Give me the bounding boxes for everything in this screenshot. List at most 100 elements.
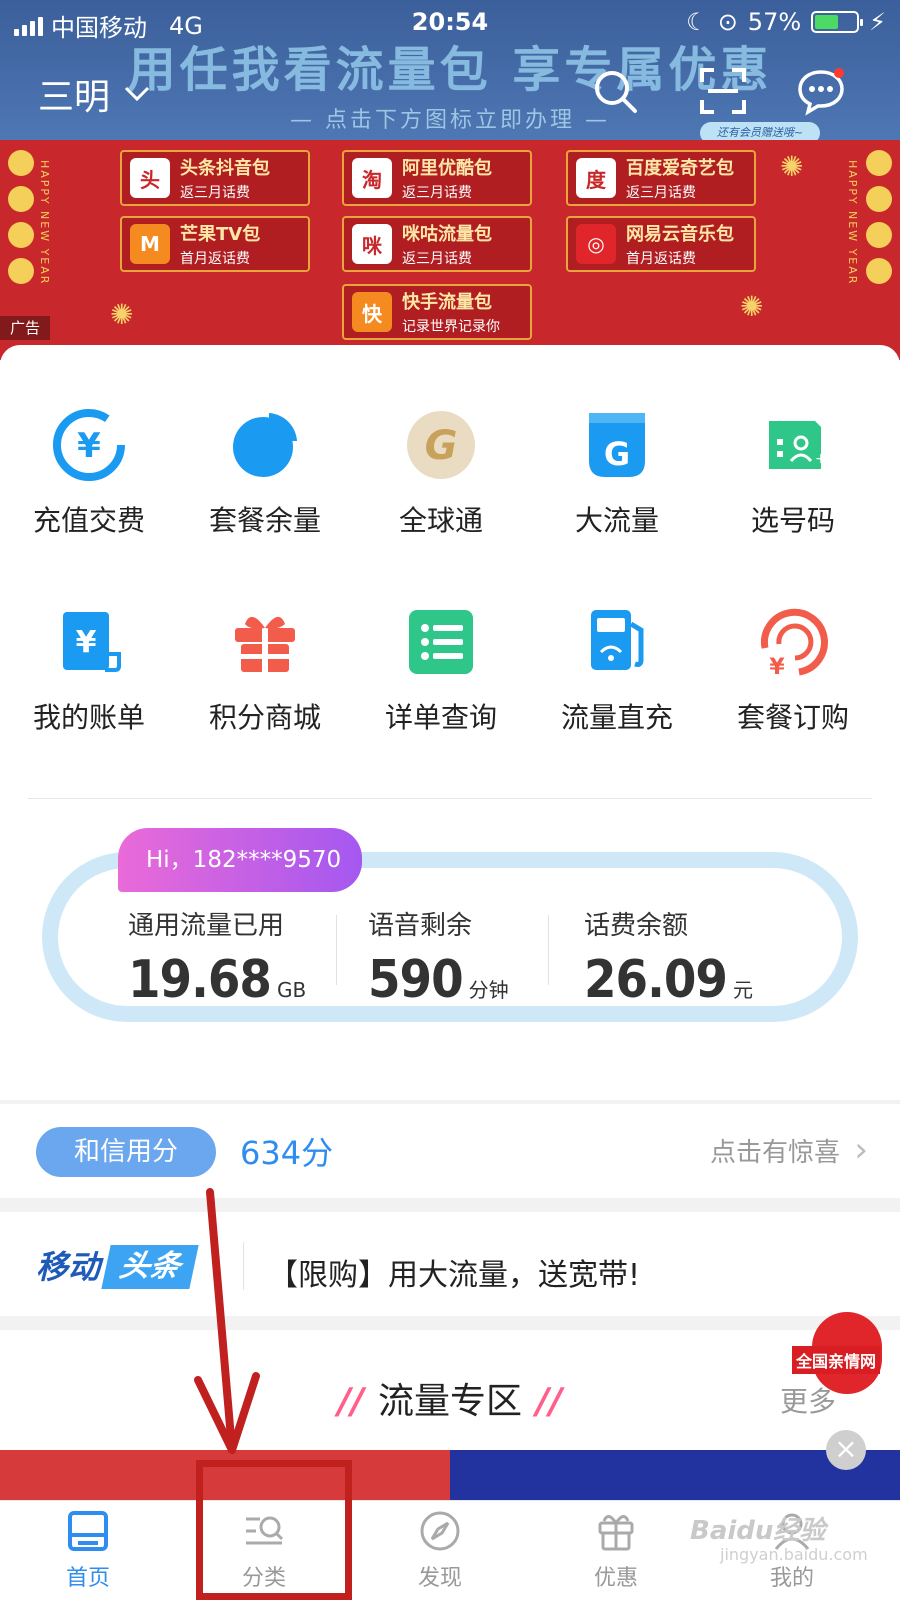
gift-box-icon: [598, 1515, 634, 1551]
firework-icon: ✺: [740, 290, 764, 323]
decor-dots-right: [866, 150, 892, 284]
svg-text:¥: ¥: [77, 426, 101, 466]
close-icon[interactable]: ×: [826, 1430, 866, 1470]
service-points-mall[interactable]: 积分商城: [180, 602, 350, 736]
service-label: 套餐订购: [736, 701, 849, 734]
service-label: 流量直充: [560, 701, 673, 734]
service-label: 选号码: [750, 504, 835, 537]
chevron-right-icon: ›: [854, 1130, 868, 1170]
firework-icon: ✺: [780, 150, 804, 183]
package-mango-tv[interactable]: M 芒果TV包首月返话费: [120, 216, 310, 272]
divider: [548, 915, 549, 985]
stat-unit: 元: [732, 978, 753, 1002]
service-recharge[interactable]: ¥ 充值交费: [4, 405, 174, 539]
tab-discover[interactable]: 发现: [380, 1508, 500, 1592]
package-app-icon: M: [130, 224, 170, 264]
package-subtitle: 首月返话费: [180, 251, 250, 267]
tab-home[interactable]: 首页: [28, 1508, 148, 1592]
package-baidu-iqiyi[interactable]: 度 百度爱奇艺包 返三月话费: [566, 150, 756, 206]
package-netease-music[interactable]: ◎ 网易云音乐包 首月返话费: [566, 216, 756, 272]
package-app-icon: 咪: [352, 224, 392, 264]
package-app-icon: 快: [352, 292, 392, 332]
tab-label: 首页: [65, 1566, 110, 1591]
balance-stat[interactable]: 话费余额 26.09 元: [584, 905, 753, 1010]
svg-text:G: G: [425, 423, 458, 469]
stat-value: 26.09: [584, 950, 728, 1010]
list-icon: [409, 610, 473, 674]
global-pass-icon: G: [407, 411, 475, 479]
package-app-icon: 度: [576, 158, 616, 198]
watermark: Baidu经验: [690, 1516, 826, 1546]
tab-offers[interactable]: 优惠: [556, 1508, 676, 1592]
credit-label: 和信用分: [36, 1127, 216, 1177]
package-app-icon: 头: [130, 158, 170, 198]
stat-value: 19.68: [128, 950, 272, 1010]
service-label: 充值交费: [32, 504, 145, 537]
package-title: 快手流量包: [402, 292, 492, 313]
package-title: 咪咕流量包: [402, 224, 492, 245]
stat-label: 话费余额: [584, 911, 689, 941]
message-icon[interactable]: [796, 66, 846, 116]
fuel-wifi-icon: [591, 610, 644, 670]
service-detail-query[interactable]: 详单查询: [356, 602, 526, 736]
search-icon[interactable]: [590, 66, 640, 116]
package-kuaishou[interactable]: 快 快手流量包 记录世界记录你: [342, 284, 532, 340]
svg-text:+: +: [815, 451, 827, 467]
charging-icon: ⚡: [869, 8, 886, 36]
surprise-link[interactable]: 点击有惊喜: [710, 1132, 840, 1169]
new-year-text-right: HAPPY NEW YEAR: [846, 160, 859, 286]
rotation-lock-icon: ⊙: [717, 8, 738, 36]
service-label: 大流量: [574, 504, 659, 537]
yuan-recharge-icon: ¥: [53, 409, 125, 481]
package-title: 头条抖音包: [180, 158, 270, 179]
ad-label: 广告: [0, 316, 50, 340]
credit-score: 634分: [240, 1134, 334, 1172]
package-subtitle: 首月返话费: [626, 251, 696, 267]
package-title: 芒果TV包: [180, 224, 261, 245]
package-subtitle: 返三月话费: [180, 185, 250, 201]
package-subtitle: 返三月话费: [402, 251, 472, 267]
divider: [336, 915, 337, 985]
package-ali-youku[interactable]: 淘 阿里优酷包 返三月话费: [342, 150, 532, 206]
service-select-number[interactable]: + 选号码: [708, 405, 878, 539]
service-global-pass[interactable]: G 全球通: [356, 405, 526, 539]
news-headline[interactable]: 【限购】用大流量，送宽带!: [268, 1250, 640, 1294]
svg-text:¥: ¥: [769, 655, 785, 680]
service-data-topup[interactable]: 流量直充: [532, 602, 702, 736]
compass-icon: [420, 1511, 460, 1551]
package-migu[interactable]: 咪 咪咕流量包返三月话费: [342, 216, 532, 272]
stat-label: 语音剩余: [368, 911, 473, 941]
scan-icon[interactable]: [698, 66, 748, 116]
pie-chart-icon: [233, 413, 297, 477]
family-network-tag[interactable]: 全国亲情网: [792, 1346, 881, 1374]
home-icon: [68, 1511, 108, 1551]
service-label: 我的账单: [32, 701, 145, 734]
service-my-bill[interactable]: ¥ 我的账单: [4, 602, 174, 736]
service-label: 详单查询: [384, 701, 497, 734]
big-data-icon: G: [589, 413, 645, 477]
svg-text:G: G: [604, 435, 630, 473]
package-toutiao-douyin[interactable]: 头 头条抖音包返三月话费: [120, 150, 310, 206]
yuan-order-icon: ¥: [760, 608, 828, 680]
status-bar: 中国移动 4G 20:54 ☾ ⊙ 57% ⚡: [0, 0, 900, 44]
slash-decoration-icon: //: [536, 1381, 563, 1422]
package-subtitle: 返三月话费: [626, 185, 696, 201]
stat-unit: 分钟: [468, 978, 509, 1002]
data-used-stat[interactable]: 通用流量已用 19.68 GB: [128, 905, 306, 1010]
voice-remaining-stat[interactable]: 语音剩余 590 分钟: [368, 905, 509, 1010]
city-selector[interactable]: 三明: [38, 68, 150, 120]
service-label: 积分商城: [208, 701, 321, 734]
greeting-tag: Hi，182****9570: [118, 828, 362, 892]
tab-label: 我的: [769, 1566, 814, 1591]
decor-dots-left: [8, 150, 34, 284]
city-name: 三明: [38, 77, 111, 118]
chevron-down-icon: [124, 86, 150, 102]
sim-card-icon: +: [769, 421, 827, 469]
service-package-balance[interactable]: 套餐余量: [180, 405, 350, 539]
service-big-data[interactable]: G 大流量: [532, 405, 702, 539]
package-app-icon: 淘: [352, 158, 392, 198]
stat-unit: GB: [276, 978, 307, 1002]
service-package-order[interactable]: ¥ 套餐订购: [708, 602, 878, 736]
package-subtitle: 返三月话费: [402, 185, 472, 201]
service-label: 全球通: [398, 504, 483, 537]
